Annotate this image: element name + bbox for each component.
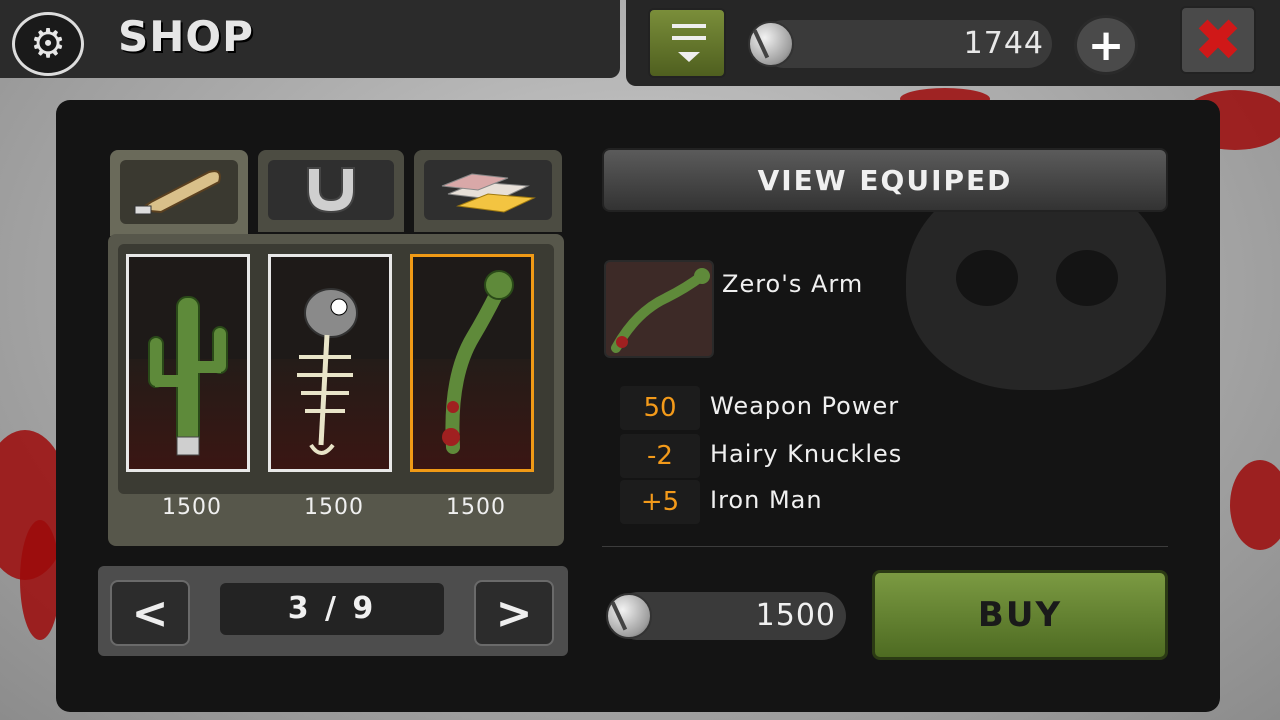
page-indicator: 3 / 9	[220, 583, 444, 635]
item-price-value: 1500	[755, 598, 836, 633]
stat-row: -2 Hairy Knuckles	[620, 434, 980, 478]
item-price: 1500	[162, 495, 222, 520]
divider	[602, 546, 1168, 547]
stat-label: Iron Man	[710, 486, 823, 514]
gear-icon: ⚙	[30, 21, 66, 67]
horseshoe-icon	[307, 167, 355, 214]
item-card-zeros-arm[interactable]	[410, 254, 534, 472]
skull-eye	[1056, 250, 1118, 306]
top-bar-left	[0, 0, 620, 78]
tab-weapons[interactable]	[110, 150, 248, 236]
close-button[interactable]: ✖	[1180, 6, 1256, 74]
item-card-cactus[interactable]	[126, 254, 250, 472]
screw-coin-icon	[748, 21, 794, 67]
stat-value: 50	[620, 386, 700, 430]
settings-button[interactable]: ⚙	[12, 12, 84, 76]
page-title: SHOP	[118, 12, 254, 61]
gold-shop-button[interactable]	[648, 8, 726, 78]
stat-label: Hairy Knuckles	[710, 440, 903, 468]
blood-splatter	[1230, 460, 1280, 550]
zombie-arm-icon	[611, 268, 710, 353]
coin-balance-value: 1744	[963, 26, 1044, 61]
gold-bars-icon	[672, 24, 706, 40]
tab-gold[interactable]	[414, 150, 562, 232]
view-equiped-button[interactable]: VIEW EQUIPED	[602, 148, 1168, 212]
close-icon: ✖	[1193, 6, 1243, 74]
gold-bars-icon	[441, 173, 536, 213]
selected-item-thumbnail	[604, 260, 714, 358]
chevron-right-icon: >	[495, 587, 533, 639]
item-price: 1500	[446, 495, 506, 520]
chevron-down-icon	[678, 52, 700, 62]
item-card-fish-skeleton[interactable]	[268, 254, 392, 472]
buy-button[interactable]: BUY	[872, 570, 1168, 660]
blood-splatter	[20, 520, 60, 640]
screw-coin-icon	[606, 593, 652, 639]
next-page-button[interactable]: >	[474, 580, 554, 646]
stat-label: Weapon Power	[710, 392, 900, 420]
item-price-display: 1500	[606, 592, 846, 640]
stat-row: +5 Iron Man	[620, 480, 980, 524]
stat-row: 50 Weapon Power	[620, 386, 980, 430]
fish-skeleton-weapon-icon	[297, 288, 358, 455]
bat-icon	[134, 170, 221, 215]
prev-page-button[interactable]: <	[110, 580, 190, 646]
skull-eye	[956, 250, 1018, 306]
zombie-arm-weapon-icon	[442, 270, 514, 454]
stat-value: +5	[620, 480, 700, 524]
tab-accessories[interactable]	[258, 150, 404, 232]
stat-value: -2	[620, 434, 700, 478]
selected-item-name: Zero's Arm	[722, 270, 864, 298]
add-coins-button[interactable]: +	[1074, 15, 1138, 75]
item-price: 1500	[304, 495, 364, 520]
cactus-weapon-icon	[148, 296, 228, 456]
coin-balance: 1744	[748, 20, 1052, 68]
chevron-left-icon: <	[131, 587, 169, 639]
